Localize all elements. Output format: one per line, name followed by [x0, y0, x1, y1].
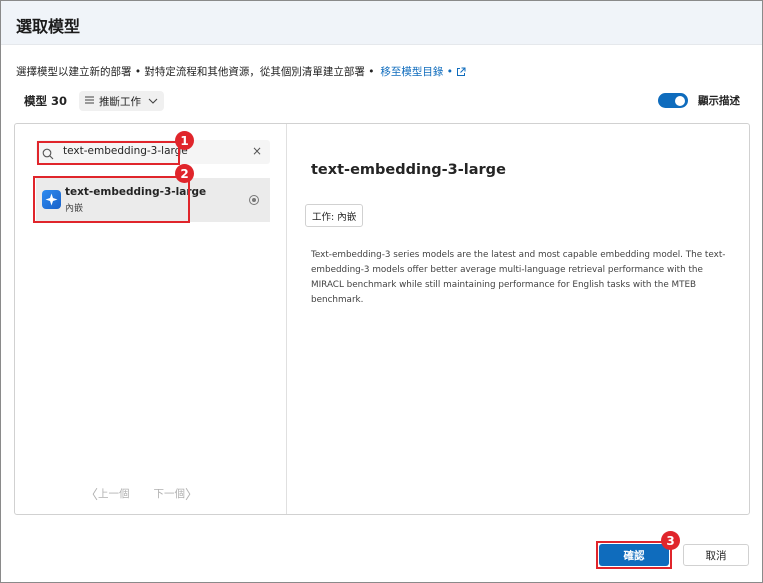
detail-title: text-embedding-3-large — [311, 162, 506, 178]
select-model-dialog: 選取模型 選擇模型以建立新的部署 • 對特定流程和其他資源，從其個別清單建立部署… — [0, 0, 763, 583]
next-page-label: 下一個 — [153, 488, 186, 500]
show-description-label: 顯示描述 — [698, 95, 740, 107]
model-radio[interactable] — [249, 195, 259, 205]
search-icon — [42, 145, 54, 164]
step-badge-3: 3 — [661, 531, 680, 550]
search-input[interactable]: text-embedding-3-large — [63, 145, 188, 157]
task-chip: 工作: 內嵌 — [305, 204, 364, 227]
clear-search-icon[interactable]: × — [252, 144, 262, 158]
pager: 〈上一個 下一個〉 — [85, 484, 198, 503]
previous-page-label: 上一個 — [98, 488, 130, 500]
model-search-box[interactable]: text-embedding-3-large × — [36, 140, 270, 164]
step-badge-2: 2 — [175, 164, 194, 183]
step-badge-1: 1 — [175, 131, 194, 150]
external-link-icon[interactable] — [456, 67, 466, 80]
model-list-item[interactable]: text-embedding-3-large 內嵌 — [36, 178, 270, 222]
dialog-header: 選取模型 — [1, 1, 762, 45]
chevron-down-icon — [148, 95, 158, 107]
model-list-pane: text-embedding-3-large × text-embedding-… — [15, 124, 287, 514]
model-name: text-embedding-3-large — [65, 186, 207, 198]
toggle-knob — [675, 95, 685, 106]
dialog-title: 選取模型 — [16, 17, 81, 36]
show-description-toggle[interactable] — [658, 93, 688, 108]
cancel-button[interactable]: 取消 — [683, 544, 749, 566]
model-toolbar: 模型 30 推斷工作 — [24, 91, 165, 111]
next-page-button[interactable]: 下一個〉 — [154, 484, 199, 503]
model-detail-pane: text-embedding-3-large 工作: 內嵌 Text-embed… — [287, 124, 749, 514]
model-panel: text-embedding-3-large × text-embedding-… — [14, 123, 750, 515]
chevron-left-icon: 〈 — [85, 488, 99, 503]
chevron-right-icon: 〉 — [185, 488, 199, 503]
model-task: 內嵌 — [65, 204, 84, 214]
filter-lines-icon — [85, 95, 95, 107]
previous-page-button[interactable]: 〈上一個 — [85, 484, 130, 503]
filter-label: 推斷工作 — [99, 95, 142, 108]
confirm-button[interactable]: 確認 — [599, 544, 669, 566]
description-text: 選擇模型以建立新的部署 • 對特定流程和其他資源，從其個別清單建立部署 • — [16, 66, 375, 78]
dialog-description: 選擇模型以建立新的部署 • 對特定流程和其他資源，從其個別清單建立部署 • 移至模… — [16, 64, 466, 80]
model-count: 模型 30 — [24, 94, 68, 108]
show-description-toggle-group: 顯示描述 — [658, 93, 740, 108]
detail-description: Text-embedding-3 series models are the l… — [311, 250, 726, 305]
inference-task-filter[interactable]: 推斷工作 — [79, 91, 165, 111]
model-catalog-link[interactable]: 移至模型目錄 • — [380, 66, 453, 78]
sparkle-icon — [42, 190, 61, 209]
